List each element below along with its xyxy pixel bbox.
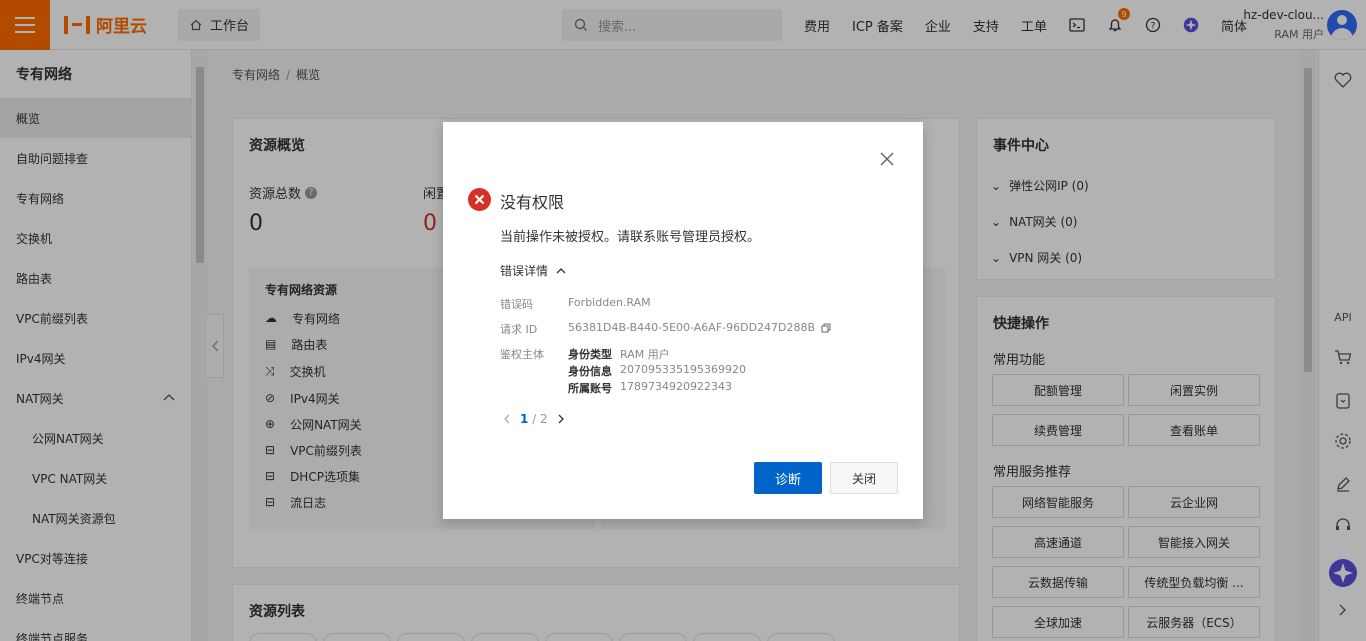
error-code-label: 错误码	[500, 298, 533, 311]
dialog-title: 没有权限	[500, 193, 565, 212]
pager-total: / 2	[532, 412, 548, 426]
dialog-message: 当前操作未被授权。请联系账号管理员授权。	[500, 230, 761, 245]
error-details-label: 错误详情	[500, 264, 549, 278]
chevron-up-icon	[556, 268, 566, 274]
diagnose-button[interactable]: 诊断	[754, 462, 822, 494]
close-button[interactable]: 关闭	[830, 462, 898, 494]
identity-info-row: 身份信息 207095335195369920	[568, 363, 746, 378]
request-id-value: 56381D4B-B440-5E00-A6AF-96DD247D288B	[568, 321, 831, 334]
chevron-left-icon[interactable]	[503, 414, 510, 424]
account-row: 所属账号 1789734920922343	[568, 380, 732, 395]
error-details-toggle[interactable]: 错误详情	[500, 262, 566, 279]
chevron-right-icon[interactable]	[558, 414, 565, 424]
close-icon[interactable]	[879, 151, 895, 167]
error-pager: 1 / 2	[503, 412, 565, 426]
copy-icon[interactable]	[821, 323, 831, 333]
pager-current: 1	[520, 412, 529, 426]
no-permission-dialog: 没有权限 当前操作未被授权。请联系账号管理员授权。 错误详情 错误码 Forbi…	[443, 122, 923, 519]
auth-subject-label: 鉴权主体	[500, 348, 544, 361]
identity-type-row: 身份类型 RAM 用户	[568, 348, 670, 361]
error-icon	[468, 188, 491, 211]
request-id-label: 请求 ID	[500, 323, 538, 336]
error-code-value: Forbidden.RAM	[568, 296, 651, 309]
